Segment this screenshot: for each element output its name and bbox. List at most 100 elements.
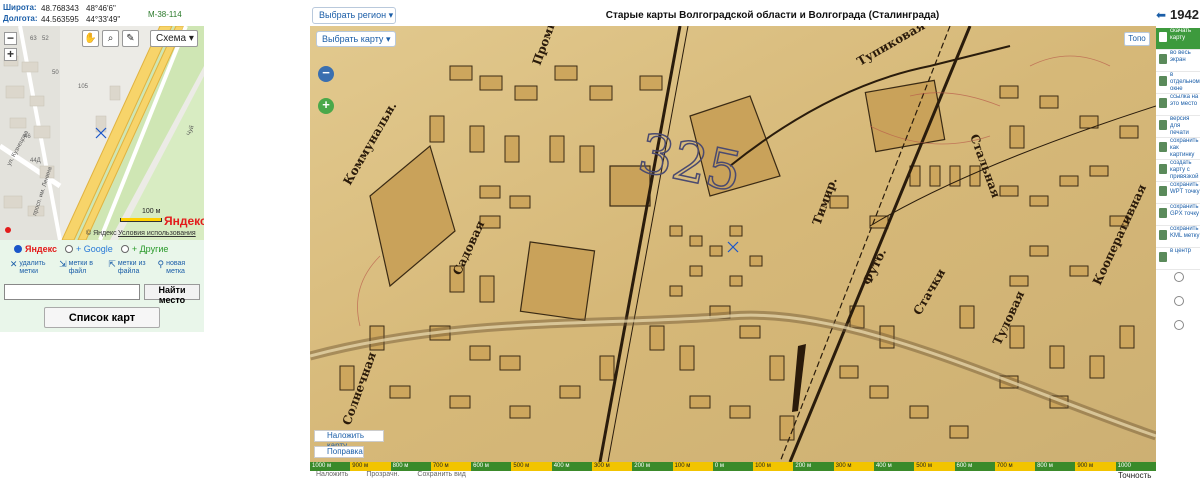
- bottom-control-item[interactable]: Наложить: [316, 471, 348, 478]
- old-map-viewport[interactable]: 325 Тупиковая Стальная Коммунальн. Садов…: [310, 26, 1156, 462]
- longitude-label: Долгота:: [3, 14, 38, 23]
- map-list-button[interactable]: Список карт: [44, 307, 160, 328]
- sidebar-item[interactable]: создать карту с привязкой: [1156, 160, 1200, 182]
- layers-icon[interactable]: [1174, 296, 1184, 306]
- scale-segment: 400 м: [873, 462, 915, 471]
- sidebar-item-label: во весь экран: [1170, 50, 1191, 63]
- sidebar-item-label: создать карту с привязкой: [1170, 160, 1199, 180]
- scale-segment: 200 м: [632, 462, 673, 471]
- provider-other[interactable]: + Другие: [120, 244, 168, 254]
- map-zoom-out-button[interactable]: −: [318, 66, 334, 82]
- mark-tools-row: ✕ удалить метки ⇲ метки в файл ⇱ метки из ф…: [0, 258, 204, 282]
- old-map-image: 325 Тупиковая Стальная Коммунальн. Садов…: [310, 26, 1156, 462]
- delete-marks-label: удалить метки: [19, 260, 46, 275]
- provider-other-radio[interactable]: [120, 245, 129, 253]
- sidebar-item[interactable]: ссылка на это место: [1156, 94, 1200, 116]
- provider-google[interactable]: + Google: [65, 244, 113, 254]
- scale-segment: 300 м: [591, 462, 633, 471]
- scale-segment: 100 м: [753, 462, 794, 471]
- minimap-layer-select[interactable]: Схема ▾: [150, 30, 198, 47]
- sidebar-item-label: ссылка на это место: [1170, 94, 1199, 107]
- place-search-input[interactable]: [4, 284, 140, 300]
- left-panel: Широта: 48.768343 48°46'6" Долгота: 44.5…: [0, 0, 204, 332]
- scale-segment: 0 м: [712, 462, 754, 471]
- sidebar-item-icon: [1159, 76, 1167, 86]
- scale-segment: 400 м: [551, 462, 592, 471]
- yandex-minimap[interactable]: 52 50 105 63 46 44Д ул. Кузнецова просп. им.…: [0, 26, 204, 240]
- ruler-icon[interactable]: ✎: [122, 30, 139, 47]
- sidebar-item-label: сохранить GPX точку: [1170, 204, 1200, 217]
- minimap-zoom-out-button[interactable]: −: [4, 32, 17, 45]
- sidebar-item[interactable]: сохранить KML метку: [1156, 226, 1200, 248]
- sidebar-item-icon: [1159, 142, 1167, 152]
- sidebar-item-icon: [1159, 186, 1167, 196]
- right-sidebar: скачать карту во весь экран в отдельном ок…: [1156, 26, 1200, 462]
- scale-segment: 600 м: [471, 462, 512, 471]
- minimap-zoom-in-button[interactable]: +: [4, 48, 17, 61]
- scale-segment: 700 м: [994, 462, 1036, 471]
- map-zoom-in-button[interactable]: +: [318, 98, 334, 114]
- bottom-control-item[interactable]: Прозрачн.: [366, 471, 399, 478]
- provider-google-radio[interactable]: [65, 245, 74, 253]
- yandex-terms-link[interactable]: Условия использования: [118, 230, 196, 237]
- sidebar-item-icon: [1159, 32, 1167, 42]
- select-region-button[interactable]: Выбрать регион ▾: [312, 7, 396, 24]
- scale-segment: 600 м: [954, 462, 995, 471]
- magnifier-icon[interactable]: ⌕: [102, 30, 119, 47]
- topo-button[interactable]: Топо: [1124, 32, 1150, 46]
- latitude-decimal: 48.768343: [41, 4, 79, 13]
- minimap-streets: 5250105 634644Д ул. Кузнецова просп. им.…: [0, 26, 204, 240]
- sidebar-item-label: сохранить WPT точку: [1170, 182, 1200, 195]
- half-contrast-icon[interactable]: [1174, 272, 1184, 282]
- sidebar-item-icon: [1159, 252, 1167, 262]
- sidebar-item-label: сохранить как картинку: [1170, 138, 1199, 158]
- scale-segment: 100 м: [672, 462, 713, 471]
- sidebar-item[interactable]: версия для печати: [1156, 116, 1200, 138]
- latitude-label: Широта:: [3, 3, 37, 12]
- sidebar-item-label: версия для печати: [1170, 116, 1190, 136]
- select-region-label: Выбрать регион: [319, 10, 387, 20]
- sidebar-item-label: в отдельном окне: [1170, 72, 1200, 92]
- scale-segment: 1000 м: [310, 462, 351, 471]
- correction-button[interactable]: Поправка: [314, 446, 364, 458]
- scale-segment: 900 м: [1075, 462, 1116, 471]
- select-map-button[interactable]: Выбрать карту ▾: [316, 31, 396, 47]
- map-sheet-code: M-38-114: [148, 10, 182, 19]
- provider-yandex-radio[interactable]: [14, 245, 22, 253]
- sidebar-item[interactable]: во весь экран: [1156, 50, 1200, 72]
- yandex-copyright: © Яндекс: [86, 230, 117, 237]
- sidebar-item[interactable]: сохранить как картинку: [1156, 138, 1200, 160]
- marks-to-file-button[interactable]: ⇲ метки в файл: [59, 260, 97, 280]
- svg-text:105: 105: [78, 84, 89, 90]
- accuracy-label: Точность: [1118, 471, 1152, 480]
- sidebar-item[interactable]: сохранить WPT точку: [1156, 182, 1200, 204]
- hand-icon[interactable]: ✋: [82, 30, 99, 47]
- svg-text:63: 63: [30, 36, 37, 42]
- longitude-decimal: 44.563595: [41, 15, 79, 24]
- scale-segment: 200 м: [793, 462, 834, 471]
- delete-marks-button[interactable]: ✕ удалить метки: [10, 260, 48, 280]
- scale-ruler: 1000 м 900 м 800 м 700 м 600 м 500 м 400 м 300 …: [310, 462, 1156, 471]
- sidebar-item[interactable]: в центр: [1156, 248, 1200, 270]
- provider-google-text: Google: [83, 244, 113, 254]
- overlay-map-button[interactable]: Наложить карту: [314, 430, 384, 450]
- sidebar-item-icon: [1159, 164, 1167, 174]
- sidebar-item[interactable]: скачать карту: [1156, 28, 1200, 50]
- marks-from-file-button[interactable]: ⇱ метки из файла: [108, 260, 146, 280]
- sidebar-item-label: в центр: [1170, 248, 1191, 254]
- scale-segment: 900 м: [350, 462, 391, 471]
- correction-label: Поправка: [327, 447, 363, 456]
- new-mark-button[interactable]: ⚲ новая метка: [158, 260, 195, 280]
- back-arrow-icon[interactable]: ⬅: [1156, 8, 1166, 22]
- bottom-control-item[interactable]: Сохранить вид: [417, 471, 465, 478]
- sidebar-item[interactable]: в отдельном окне: [1156, 72, 1200, 94]
- sidebar-item[interactable]: сохранить GPX точку: [1156, 204, 1200, 226]
- provider-yandex[interactable]: Яндекс: [14, 244, 57, 254]
- find-place-button[interactable]: Найти место: [144, 284, 200, 305]
- longitude-dms: 44°33'49": [86, 15, 121, 24]
- svg-text:50: 50: [52, 70, 59, 76]
- scale-segment: 500 м: [914, 462, 955, 471]
- scale-segment: 700 м: [430, 462, 472, 471]
- settings-icon[interactable]: [1174, 320, 1184, 330]
- marks-from-file-icon: ⇱: [108, 259, 116, 269]
